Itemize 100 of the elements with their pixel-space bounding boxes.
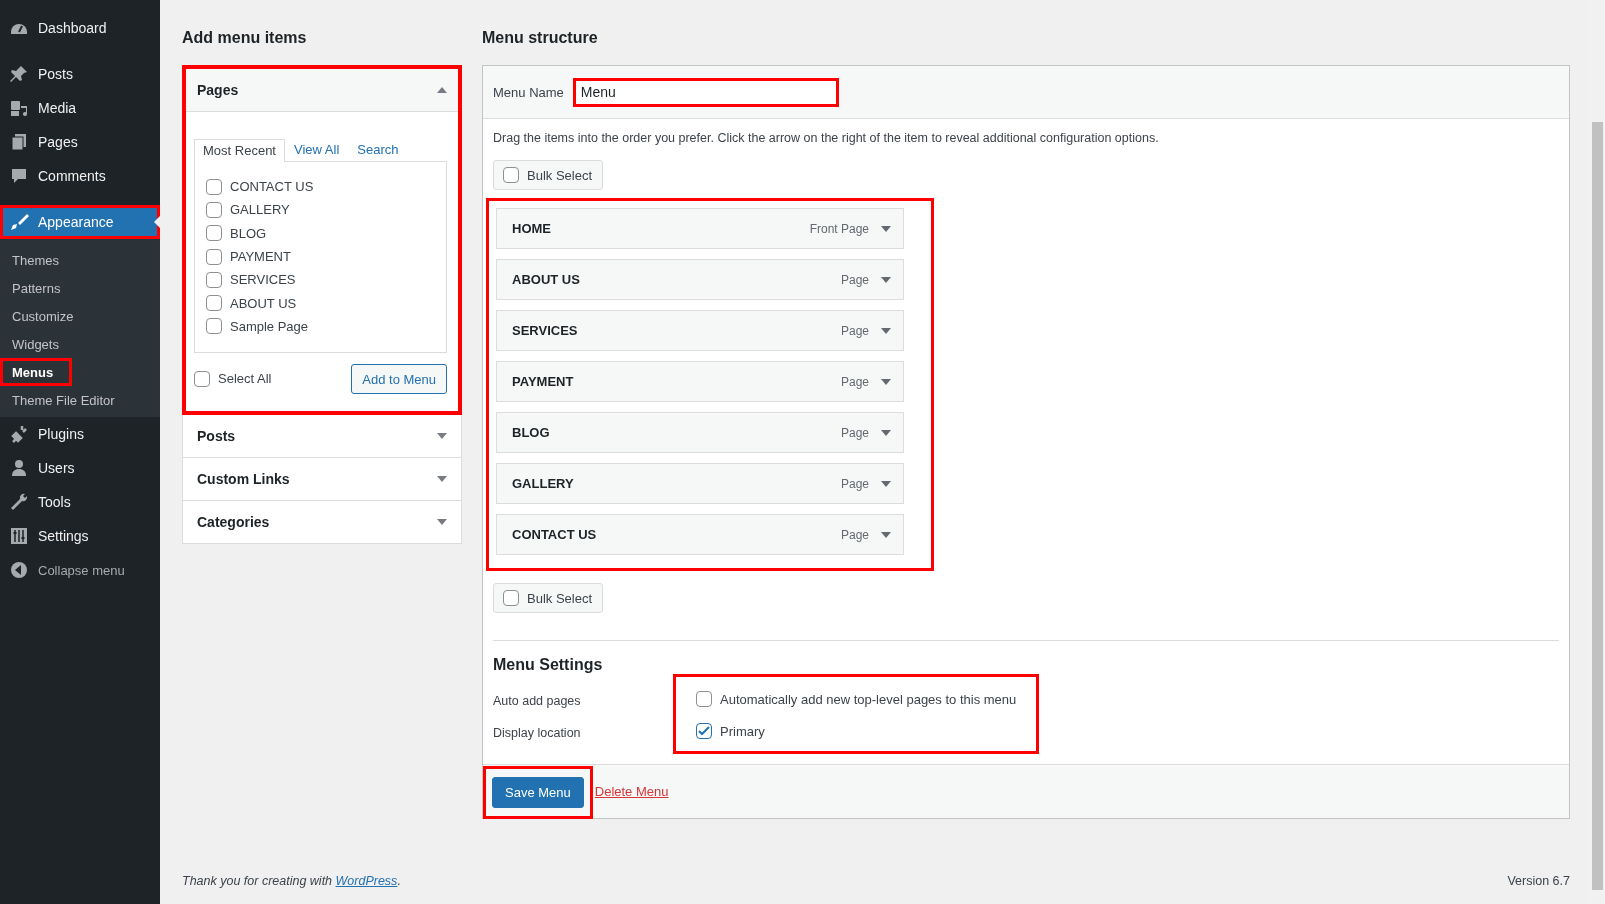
accordion-title: Categories (197, 514, 270, 530)
menu-item-title: CONTACT US (512, 527, 598, 542)
save-menu-button[interactable]: Save Menu (492, 777, 584, 808)
checkbox[interactable] (206, 318, 222, 335)
sidebar-item[interactable]: Settings (0, 519, 160, 553)
sidebar-item[interactable]: Plugins (0, 417, 160, 451)
settings-heading: Menu Settings (493, 656, 604, 674)
checkbox-label: Automatically add new top-level pages to this menu (720, 691, 1017, 707)
checkbox[interactable] (206, 271, 222, 288)
checkbox-label: Sample Page (230, 318, 309, 334)
submenu-item[interactable]: Themes (0, 246, 72, 274)
menu-item-type: Page (840, 425, 869, 440)
sliders-icon (9, 526, 29, 546)
menu-item-type: Page (840, 476, 869, 491)
submenu-item[interactable]: Patterns (0, 274, 72, 302)
checkbox-label: SERVICES (230, 272, 296, 288)
submenu-item[interactable]: Menus (0, 358, 72, 386)
delete-menu-link[interactable]: Delete Menu (594, 784, 669, 799)
submenu-item[interactable]: Widgets (0, 330, 72, 358)
menu-item-type: Page (840, 323, 869, 338)
dropdown-arrow-icon (881, 327, 891, 334)
sidebar-item[interactable]: Pages (0, 125, 160, 159)
sidebar-item[interactable]: Dashboard (0, 11, 160, 45)
tab[interactable]: View All (285, 138, 349, 161)
speech-bubble-icon (9, 166, 29, 186)
menu-item-bar[interactable]: BLOG Page (496, 412, 904, 453)
sidebar-item[interactable]: Tools (0, 485, 160, 519)
bulk-select-button[interactable]: Bulk Select (493, 583, 604, 613)
menu-item-title: BLOG (512, 425, 551, 440)
paintbrush-icon (9, 212, 29, 232)
menu-item-title: SERVICES (512, 323, 579, 338)
menu-name-field[interactable]: Menu (572, 77, 839, 107)
menu-item-bar[interactable]: CONTACT US Page (496, 514, 904, 555)
checkbox[interactable] (194, 371, 210, 387)
dropdown-arrow-icon (881, 531, 891, 538)
menu-item-bar[interactable]: GALLERY Page (496, 463, 904, 504)
checkbox-label: Select All (218, 371, 272, 387)
menu-item-title: PAYMENT (512, 374, 575, 389)
menu-item-bar[interactable]: ABOUT US Page (496, 259, 904, 300)
checkbox[interactable] (206, 248, 222, 265)
checkbox[interactable] (206, 225, 222, 242)
checkbox-label: CONTACT US (230, 179, 314, 195)
field-label: Menu Name (493, 84, 564, 100)
accordion-title: Custom Links (197, 471, 290, 487)
setting-label: Display location (493, 725, 582, 742)
user-icon (9, 458, 29, 478)
menu-item-type: Page (840, 527, 869, 542)
footer-credit: Thank you for creating with WordPress. (182, 874, 401, 888)
section-heading: Add menu items (182, 28, 308, 48)
expand-arrow-icon (437, 476, 447, 482)
pages-icon (9, 132, 29, 152)
pushpin-icon (9, 64, 29, 84)
sidebar-item[interactable]: Appearance (0, 205, 160, 239)
checkbox-label: GALLERY (230, 202, 290, 218)
checkbox[interactable] (206, 201, 222, 218)
menu-item-title: HOME (512, 221, 552, 236)
checkbox-label: ABOUT US (230, 295, 297, 311)
menu-item-bar[interactable]: HOME Front Page (496, 208, 904, 249)
setting-label: Auto add pages (493, 693, 582, 710)
checkbox-label: BLOG (230, 225, 267, 241)
tab[interactable]: Most Recent (194, 139, 285, 162)
checkmark-icon (697, 724, 711, 738)
checkbox[interactable] (503, 167, 519, 183)
sidebar-item[interactable]: Comments (0, 159, 160, 193)
menu-item-type: Front Page (809, 221, 869, 236)
checkbox[interactable] (696, 691, 712, 707)
menu-item-title: GALLERY (512, 476, 575, 491)
media-icon (9, 98, 29, 118)
menu-item-type: Page (840, 374, 869, 389)
scrollbar-thumb[interactable] (1592, 122, 1603, 890)
dropdown-arrow-icon (881, 378, 891, 385)
accordion-title: Posts (197, 428, 236, 444)
dropdown-arrow-icon (881, 429, 891, 436)
sidebar-item[interactable]: Posts (0, 57, 160, 91)
dropdown-arrow-icon (881, 480, 891, 487)
checkbox[interactable] (206, 295, 222, 312)
instructions-text: Drag the items into the order you prefer. Click the arrow on the right of the item to reveal additional configuration options. (493, 131, 1160, 145)
checkbox-label: Primary (720, 723, 765, 739)
checkbox[interactable] (696, 723, 712, 739)
add-to-menu-button[interactable]: Add to Menu (351, 364, 447, 394)
collapse-icon (9, 560, 29, 580)
plug-icon (9, 424, 29, 444)
submenu-item[interactable]: Customize (0, 302, 72, 330)
menu-item-bar[interactable]: PAYMENT Page (496, 361, 904, 402)
accordion-header[interactable]: Pages (186, 69, 458, 112)
menu-item-title: ABOUT US (512, 272, 581, 287)
wrench-icon (9, 492, 29, 512)
checkbox[interactable] (206, 178, 222, 195)
bulk-select-button[interactable]: Bulk Select (493, 160, 604, 190)
collapse-menu-button[interactable]: Collapse menu (0, 554, 160, 586)
sidebar-item[interactable]: Media (0, 91, 160, 125)
tab[interactable]: Search (348, 138, 408, 161)
dropdown-arrow-icon (881, 225, 891, 232)
dropdown-arrow-icon (881, 276, 891, 283)
sidebar-item[interactable]: Users (0, 451, 160, 485)
checkbox[interactable] (503, 590, 519, 606)
submenu-item[interactable]: Theme File Editor (0, 386, 140, 414)
menu-item-type: Page (840, 272, 869, 287)
menu-item-bar[interactable]: SERVICES Page (496, 310, 904, 351)
expand-arrow-icon (437, 519, 447, 525)
